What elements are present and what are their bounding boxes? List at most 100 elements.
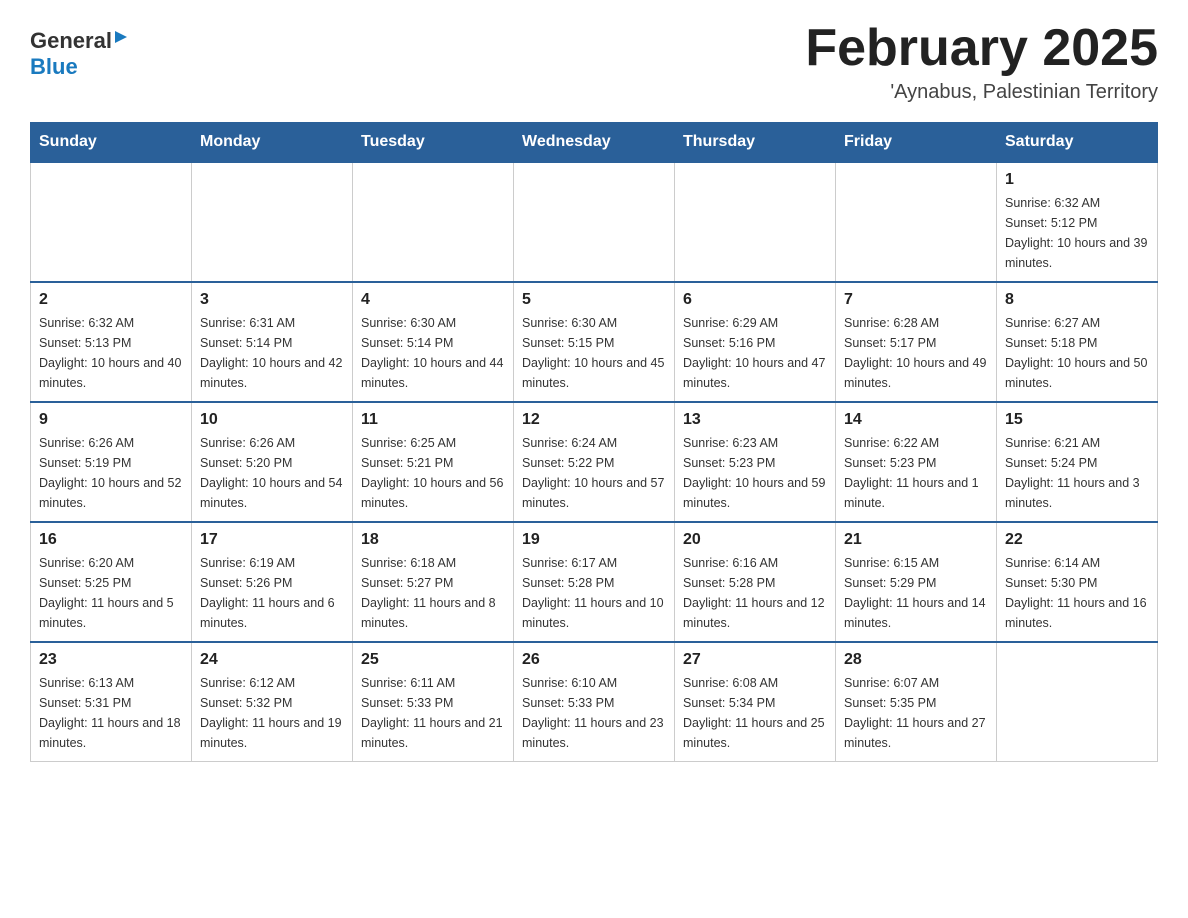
day-number: 1 xyxy=(1005,171,1149,189)
calendar-week-5: 23Sunrise: 6:13 AM Sunset: 5:31 PM Dayli… xyxy=(31,642,1158,762)
day-info: Sunrise: 6:25 AM Sunset: 5:21 PM Dayligh… xyxy=(361,433,505,513)
day-info: Sunrise: 6:11 AM Sunset: 5:33 PM Dayligh… xyxy=(361,673,505,753)
day-info: Sunrise: 6:18 AM Sunset: 5:27 PM Dayligh… xyxy=(361,553,505,633)
day-number: 14 xyxy=(844,411,988,429)
day-info: Sunrise: 6:30 AM Sunset: 5:15 PM Dayligh… xyxy=(522,313,666,393)
day-info: Sunrise: 6:20 AM Sunset: 5:25 PM Dayligh… xyxy=(39,553,183,633)
day-info: Sunrise: 6:31 AM Sunset: 5:14 PM Dayligh… xyxy=(200,313,344,393)
calendar-cell: 9 Sunrise: 6:26 AM Sunset: 5:19 PM Daylig… xyxy=(31,402,192,522)
calendar-cell: 28Sunrise: 6:07 AM Sunset: 5:35 PM Dayli… xyxy=(836,642,997,762)
calendar-week-2: 2Sunrise: 6:32 AM Sunset: 5:13 PM Daylig… xyxy=(31,282,1158,402)
calendar-cell: 3 Sunrise: 6:31 AM Sunset: 5:14 PM Daylig… xyxy=(192,282,353,402)
day-info: Sunrise: 6:13 AM Sunset: 5:31 PM Dayligh… xyxy=(39,673,183,753)
day-info: Sunrise: 6:32 AM Sunset: 5:12 PM Dayligh… xyxy=(1005,193,1149,273)
day-info: Sunrise: 6:26 AM Sunset: 5:20 PM Dayligh… xyxy=(200,433,344,513)
calendar-header-saturday: Saturday xyxy=(997,123,1158,163)
day-number: 3 xyxy=(200,291,344,309)
day-info: Sunrise: 6:22 AM Sunset: 5:23 PM Dayligh… xyxy=(844,433,988,513)
day-info: Sunrise: 6:15 AM Sunset: 5:29 PM Dayligh… xyxy=(844,553,988,633)
calendar-cell xyxy=(675,162,836,282)
day-number: 4 xyxy=(361,291,505,309)
day-info: Sunrise: 6:24 AM Sunset: 5:22 PM Dayligh… xyxy=(522,433,666,513)
calendar-week-1: 1 Sunrise: 6:32 AM Sunset: 5:12 PM Daylig… xyxy=(31,162,1158,282)
day-info: Sunrise: 6:19 AM Sunset: 5:26 PM Dayligh… xyxy=(200,553,344,633)
calendar-cell xyxy=(353,162,514,282)
calendar-cell xyxy=(514,162,675,282)
calendar-cell: 16 Sunrise: 6:20 AM Sunset: 5:25 PM Dayli… xyxy=(31,522,192,642)
calendar-cell xyxy=(997,642,1158,762)
day-number: 24 xyxy=(200,651,344,669)
day-number: 21 xyxy=(844,531,988,549)
calendar-cell: 4Sunrise: 6:30 AM Sunset: 5:14 PM Daylig… xyxy=(353,282,514,402)
title-block: February 2025 'Aynabus, Palestinian Terr… xyxy=(805,20,1158,104)
month-title: February 2025 xyxy=(805,20,1158,77)
day-number: 18 xyxy=(361,531,505,549)
calendar-table: SundayMondayTuesdayWednesdayThursdayFrid… xyxy=(30,122,1158,762)
day-info: Sunrise: 6:27 AM Sunset: 5:18 PM Dayligh… xyxy=(1005,313,1149,393)
calendar-cell xyxy=(836,162,997,282)
logo-triangle-icon xyxy=(113,29,129,50)
day-number: 7 xyxy=(844,291,988,309)
calendar-cell: 14 Sunrise: 6:22 AM Sunset: 5:23 PM Dayli… xyxy=(836,402,997,522)
day-number: 20 xyxy=(683,531,827,549)
day-info: Sunrise: 6:17 AM Sunset: 5:28 PM Dayligh… xyxy=(522,553,666,633)
day-number: 25 xyxy=(361,651,505,669)
day-number: 22 xyxy=(1005,531,1149,549)
calendar-cell: 24 Sunrise: 6:12 AM Sunset: 5:32 PM Dayli… xyxy=(192,642,353,762)
day-number: 8 xyxy=(1005,291,1149,309)
day-number: 16 xyxy=(39,531,183,549)
calendar-header-tuesday: Tuesday xyxy=(353,123,514,163)
day-info: Sunrise: 6:16 AM Sunset: 5:28 PM Dayligh… xyxy=(683,553,827,633)
calendar-header-wednesday: Wednesday xyxy=(514,123,675,163)
day-info: Sunrise: 6:23 AM Sunset: 5:23 PM Dayligh… xyxy=(683,433,827,513)
calendar-cell: 26 Sunrise: 6:10 AM Sunset: 5:33 PM Dayli… xyxy=(514,642,675,762)
calendar-cell: 2Sunrise: 6:32 AM Sunset: 5:13 PM Daylig… xyxy=(31,282,192,402)
calendar-cell: 13 Sunrise: 6:23 AM Sunset: 5:23 PM Dayli… xyxy=(675,402,836,522)
calendar-header-thursday: Thursday xyxy=(675,123,836,163)
calendar-cell: 15 Sunrise: 6:21 AM Sunset: 5:24 PM Dayli… xyxy=(997,402,1158,522)
day-info: Sunrise: 6:29 AM Sunset: 5:16 PM Dayligh… xyxy=(683,313,827,393)
calendar-cell: 27 Sunrise: 6:08 AM Sunset: 5:34 PM Dayli… xyxy=(675,642,836,762)
day-number: 15 xyxy=(1005,411,1149,429)
day-info: Sunrise: 6:21 AM Sunset: 5:24 PM Dayligh… xyxy=(1005,433,1149,513)
day-number: 11 xyxy=(361,411,505,429)
calendar-cell: 8 Sunrise: 6:27 AM Sunset: 5:18 PM Daylig… xyxy=(997,282,1158,402)
day-info: Sunrise: 6:14 AM Sunset: 5:30 PM Dayligh… xyxy=(1005,553,1149,633)
day-info: Sunrise: 6:12 AM Sunset: 5:32 PM Dayligh… xyxy=(200,673,344,753)
day-number: 12 xyxy=(522,411,666,429)
calendar-cell xyxy=(192,162,353,282)
calendar-cell: 5 Sunrise: 6:30 AM Sunset: 5:15 PM Daylig… xyxy=(514,282,675,402)
calendar-cell: 21 Sunrise: 6:15 AM Sunset: 5:29 PM Dayli… xyxy=(836,522,997,642)
day-number: 26 xyxy=(522,651,666,669)
calendar-cell: 17 Sunrise: 6:19 AM Sunset: 5:26 PM Dayli… xyxy=(192,522,353,642)
day-number: 17 xyxy=(200,531,344,549)
day-number: 28 xyxy=(844,651,988,669)
calendar-cell: 1 Sunrise: 6:32 AM Sunset: 5:12 PM Daylig… xyxy=(997,162,1158,282)
day-number: 19 xyxy=(522,531,666,549)
day-number: 13 xyxy=(683,411,827,429)
calendar-cell: 18 Sunrise: 6:18 AM Sunset: 5:27 PM Dayli… xyxy=(353,522,514,642)
calendar-cell: 23Sunrise: 6:13 AM Sunset: 5:31 PM Dayli… xyxy=(31,642,192,762)
day-number: 5 xyxy=(522,291,666,309)
day-info: Sunrise: 6:10 AM Sunset: 5:33 PM Dayligh… xyxy=(522,673,666,753)
calendar-week-3: 9 Sunrise: 6:26 AM Sunset: 5:19 PM Daylig… xyxy=(31,402,1158,522)
calendar-header-row: SundayMondayTuesdayWednesdayThursdayFrid… xyxy=(31,123,1158,163)
day-number: 27 xyxy=(683,651,827,669)
page-header: General Blue February 2025 'Aynabus, Pal… xyxy=(30,20,1158,104)
day-number: 9 xyxy=(39,411,183,429)
calendar-week-4: 16 Sunrise: 6:20 AM Sunset: 5:25 PM Dayli… xyxy=(31,522,1158,642)
day-info: Sunrise: 6:26 AM Sunset: 5:19 PM Dayligh… xyxy=(39,433,183,513)
calendar-cell: 19 Sunrise: 6:17 AM Sunset: 5:28 PM Dayli… xyxy=(514,522,675,642)
calendar-cell: 20 Sunrise: 6:16 AM Sunset: 5:28 PM Dayli… xyxy=(675,522,836,642)
calendar-header-sunday: Sunday xyxy=(31,123,192,163)
day-number: 2 xyxy=(39,291,183,309)
day-info: Sunrise: 6:28 AM Sunset: 5:17 PM Dayligh… xyxy=(844,313,988,393)
day-number: 6 xyxy=(683,291,827,309)
day-info: Sunrise: 6:08 AM Sunset: 5:34 PM Dayligh… xyxy=(683,673,827,753)
logo-blue-text: Blue xyxy=(30,54,78,80)
calendar-cell: 11 Sunrise: 6:25 AM Sunset: 5:21 PM Dayli… xyxy=(353,402,514,522)
calendar-cell: 6 Sunrise: 6:29 AM Sunset: 5:16 PM Daylig… xyxy=(675,282,836,402)
calendar-cell xyxy=(31,162,192,282)
calendar-cell: 7 Sunrise: 6:28 AM Sunset: 5:17 PM Daylig… xyxy=(836,282,997,402)
day-number: 10 xyxy=(200,411,344,429)
